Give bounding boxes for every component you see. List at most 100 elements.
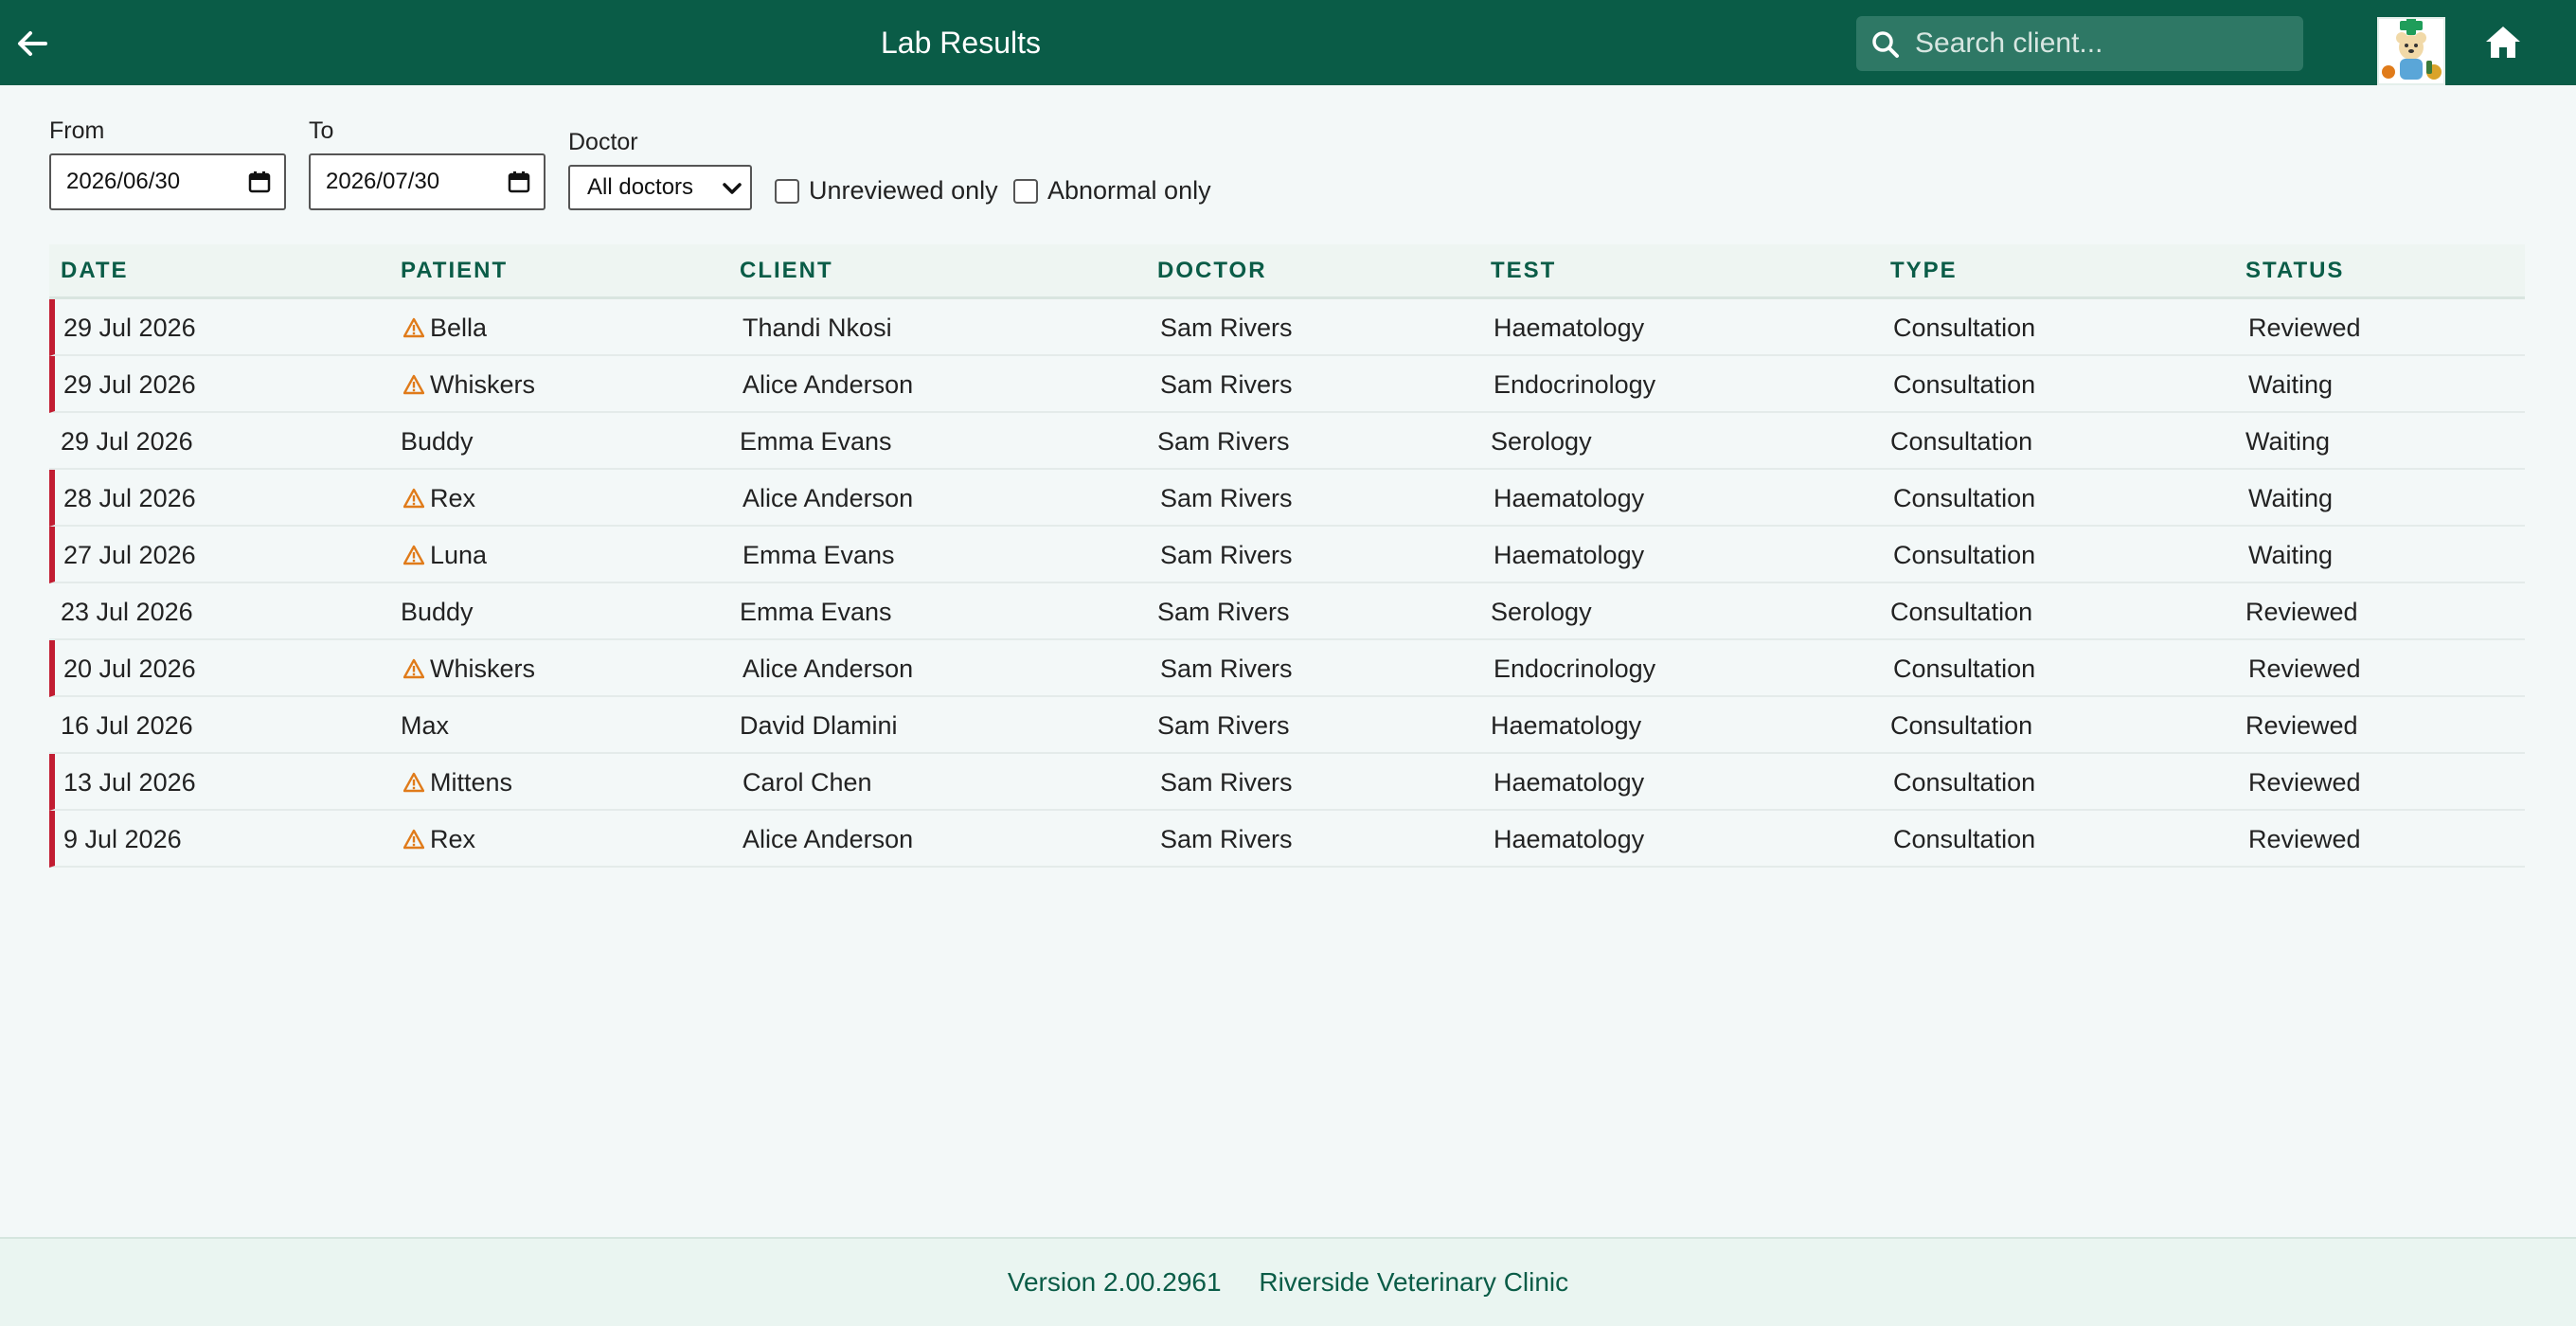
cell-client: Emma Evans (740, 583, 892, 640)
cell-test-text: Serology (1491, 427, 1592, 456)
cell-patient: Bella (403, 299, 487, 356)
cell-doctor: Sam Rivers (1160, 754, 1293, 811)
cell-date: 29 Jul 2026 (63, 299, 196, 356)
table-header: DATE PATIENT CLIENT DOCTOR TEST TYPE STA… (49, 244, 2525, 299)
from-date-value: 2026/06/30 (66, 169, 181, 194)
search-input[interactable] (1915, 16, 2294, 71)
cell-date: 29 Jul 2026 (63, 356, 196, 413)
cell-type-text: Consultation (1890, 427, 2033, 456)
column-header-type[interactable]: TYPE (1890, 244, 1958, 297)
cell-date-text: 27 Jul 2026 (63, 541, 196, 569)
table-row[interactable]: 28 Jul 2026 Rex Alice Anderson Sam Rivers Ha… (49, 470, 2525, 527)
clinic-logo[interactable] (2377, 17, 2445, 85)
cell-date-text: 20 Jul 2026 (63, 654, 196, 683)
cell-client: Emma Evans (742, 527, 895, 583)
cell-type: Consultation (1893, 299, 2035, 356)
cell-test: Haematology (1491, 697, 1641, 754)
home-icon (2486, 27, 2520, 58)
cell-status-text: Waiting (2245, 427, 2331, 456)
cell-patient-text: Whiskers (430, 370, 536, 399)
cell-client-text: Emma Evans (740, 598, 892, 626)
cell-date-text: 29 Jul 2026 (63, 370, 196, 399)
cell-status-text: Reviewed (2245, 598, 2358, 626)
back-button[interactable] (13, 25, 51, 63)
cell-client-text: Emma Evans (742, 541, 895, 569)
cell-client: Alice Anderson (742, 640, 913, 697)
cell-client-text: Alice Anderson (742, 370, 914, 399)
page-title: Lab Results (881, 26, 1041, 60)
cell-test-text: Endocrinology (1494, 370, 1656, 399)
cell-date: 23 Jul 2026 (61, 583, 193, 640)
lab-results-table: DATE PATIENT CLIENT DOCTOR TEST TYPE STA… (49, 244, 2525, 868)
warning-icon (403, 772, 424, 793)
cell-status-text: Reviewed (2245, 711, 2358, 740)
cell-client: Emma Evans (740, 413, 892, 470)
clinic-logo-image (2379, 19, 2443, 83)
cell-client: David Dlamini (740, 697, 898, 754)
column-header-doctor[interactable]: DOCTOR (1157, 244, 1267, 297)
to-date-value: 2026/07/30 (326, 169, 440, 194)
from-date-input[interactable]: 2026/06/30 (49, 153, 286, 210)
cell-type-text: Consultation (1890, 598, 2033, 626)
cell-test: Serology (1491, 583, 1592, 640)
table-row[interactable]: 23 Jul 2026 Buddy Emma Evans Sam Rivers Sero… (49, 583, 2525, 640)
cell-patient-text: Max (401, 711, 450, 740)
table-row[interactable]: 9 Jul 2026 Rex Alice Anderson Sam Rivers Hae… (49, 811, 2525, 868)
cell-doctor: Sam Rivers (1157, 697, 1290, 754)
cell-doctor-text: Sam Rivers (1157, 711, 1290, 740)
column-header-status[interactable]: STATUS (2245, 244, 2344, 297)
warning-icon (403, 658, 424, 679)
cell-test-text: Haematology (1494, 825, 1645, 853)
cell-doctor: Sam Rivers (1160, 470, 1293, 527)
client-search[interactable] (1856, 16, 2303, 71)
cell-type: Consultation (1893, 356, 2035, 413)
table-row[interactable]: 27 Jul 2026 Luna Emma Evans Sam Rivers Haema… (49, 527, 2525, 583)
app-footer: Version 2.00.2961 Riverside Veterinary C… (0, 1237, 2576, 1326)
table-row[interactable]: 20 Jul 2026 Whiskers Alice Anderson Sam Riv… (49, 640, 2525, 697)
column-header-date[interactable]: DATE (61, 244, 129, 297)
cell-doctor-text: Sam Rivers (1160, 654, 1293, 683)
cell-status: Waiting (2248, 527, 2333, 583)
cell-client: Carol Chen (742, 754, 872, 811)
table-row[interactable]: 29 Jul 2026 Bella Thandi Nkosi Sam Rivers Ha… (49, 299, 2525, 356)
calendar-icon[interactable] (508, 170, 530, 193)
unreviewed-only-label[interactable]: Unreviewed only (809, 176, 998, 206)
cell-patient-text: Bella (430, 314, 488, 342)
abnormal-only-label[interactable]: Abnormal only (1047, 176, 1211, 206)
column-header-patient[interactable]: PATIENT (401, 244, 508, 297)
cell-status-text: Reviewed (2248, 314, 2361, 342)
cell-test: Haematology (1494, 299, 1644, 356)
cell-type-text: Consultation (1893, 314, 2036, 342)
table-row[interactable]: 29 Jul 2026 Whiskers Alice Anderson Sam Riv… (49, 356, 2525, 413)
warning-icon (403, 374, 424, 395)
table-row[interactable]: 13 Jul 2026 Mittens Carol Chen Sam Rivers Ha… (49, 754, 2525, 811)
cell-status: Waiting (2248, 356, 2333, 413)
cell-date-text: 13 Jul 2026 (63, 768, 196, 797)
cell-client-text: Carol Chen (742, 768, 872, 797)
column-header-client[interactable]: CLIENT (740, 244, 833, 297)
cell-patient-text: Mittens (430, 768, 513, 797)
abnormal-only-checkbox[interactable] (1013, 179, 1038, 204)
cell-date: 9 Jul 2026 (63, 811, 182, 868)
unreviewed-only-checkbox[interactable] (775, 179, 799, 204)
column-header-test[interactable]: TEST (1491, 244, 1556, 297)
doctor-select[interactable]: All doctors (568, 165, 752, 210)
cell-doctor: Sam Rivers (1160, 811, 1293, 868)
cell-patient: Max (401, 697, 449, 754)
cell-doctor: Sam Rivers (1160, 356, 1293, 413)
table-row[interactable]: 16 Jul 2026 Max David Dlamini Sam Rivers Hae… (49, 697, 2525, 754)
cell-test: Endocrinology (1494, 640, 1655, 697)
calendar-icon[interactable] (248, 170, 271, 193)
cell-doctor: Sam Rivers (1160, 299, 1293, 356)
to-date-input[interactable]: 2026/07/30 (309, 153, 546, 210)
cell-test: Endocrinology (1494, 356, 1655, 413)
table-row[interactable]: 29 Jul 2026 Buddy Emma Evans Sam Rivers Sero… (49, 413, 2525, 470)
cell-test: Haematology (1494, 470, 1644, 527)
cell-type: Consultation (1890, 413, 2032, 470)
cell-status: Waiting (2248, 470, 2333, 527)
cell-client-text: Alice Anderson (742, 654, 914, 683)
chevron-down-icon (723, 183, 742, 194)
cell-type-text: Consultation (1893, 541, 2036, 569)
cell-status: Reviewed (2248, 754, 2361, 811)
home-button[interactable] (2483, 23, 2523, 63)
